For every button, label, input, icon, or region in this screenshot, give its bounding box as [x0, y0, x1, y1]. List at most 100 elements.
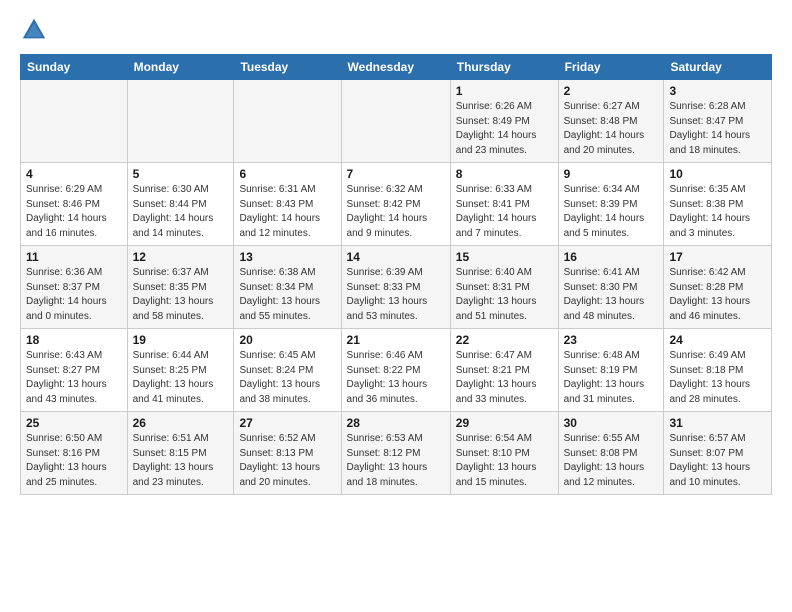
logo-icon — [20, 16, 48, 44]
day-number: 14 — [347, 250, 445, 264]
calendar-cell: 1 Sunrise: 6:26 AMSunset: 8:49 PMDaylight… — [450, 80, 558, 163]
calendar-cell: 26 Sunrise: 6:51 AMSunset: 8:15 PMDayligh… — [127, 412, 234, 495]
day-info: Sunrise: 6:47 AMSunset: 8:21 PMDaylight:… — [456, 349, 553, 407]
day-info: Sunrise: 6:46 AMSunset: 8:22 PMDaylight:… — [347, 349, 445, 407]
day-info: Sunrise: 6:31 AMSunset: 8:43 PMDaylight:… — [239, 183, 335, 241]
logo — [20, 16, 52, 44]
day-number: 11 — [26, 250, 122, 264]
day-info: Sunrise: 6:26 AMSunset: 8:49 PMDaylight:… — [456, 100, 553, 158]
day-info: Sunrise: 6:45 AMSunset: 8:24 PMDaylight:… — [239, 349, 335, 407]
day-info: Sunrise: 6:52 AMSunset: 8:13 PMDaylight:… — [239, 432, 335, 490]
day-info: Sunrise: 6:37 AMSunset: 8:35 PMDaylight:… — [133, 266, 229, 324]
day-number: 13 — [239, 250, 335, 264]
day-number: 1 — [456, 84, 553, 98]
day-number: 4 — [26, 167, 122, 181]
calendar-cell: 16 Sunrise: 6:41 AMSunset: 8:30 PMDayligh… — [558, 246, 664, 329]
day-number: 28 — [347, 416, 445, 430]
page: SundayMondayTuesdayWednesdayThursdayFrid… — [0, 0, 792, 505]
header-day-monday: Monday — [127, 55, 234, 80]
day-info: Sunrise: 6:38 AMSunset: 8:34 PMDaylight:… — [239, 266, 335, 324]
calendar-cell: 10 Sunrise: 6:35 AMSunset: 8:38 PMDayligh… — [664, 163, 772, 246]
calendar-cell — [21, 80, 128, 163]
day-info: Sunrise: 6:28 AMSunset: 8:47 PMDaylight:… — [669, 100, 766, 158]
header-day-wednesday: Wednesday — [341, 55, 450, 80]
calendar-cell: 18 Sunrise: 6:43 AMSunset: 8:27 PMDayligh… — [21, 329, 128, 412]
day-info: Sunrise: 6:35 AMSunset: 8:38 PMDaylight:… — [669, 183, 766, 241]
day-number: 31 — [669, 416, 766, 430]
calendar-cell: 27 Sunrise: 6:52 AMSunset: 8:13 PMDayligh… — [234, 412, 341, 495]
day-number: 19 — [133, 333, 229, 347]
week-row-1: 1 Sunrise: 6:26 AMSunset: 8:49 PMDaylight… — [21, 80, 772, 163]
day-info: Sunrise: 6:29 AMSunset: 8:46 PMDaylight:… — [26, 183, 122, 241]
header-day-saturday: Saturday — [664, 55, 772, 80]
calendar-cell: 24 Sunrise: 6:49 AMSunset: 8:18 PMDayligh… — [664, 329, 772, 412]
day-info: Sunrise: 6:27 AMSunset: 8:48 PMDaylight:… — [564, 100, 659, 158]
day-number: 12 — [133, 250, 229, 264]
week-row-5: 25 Sunrise: 6:50 AMSunset: 8:16 PMDayligh… — [21, 412, 772, 495]
calendar-cell: 25 Sunrise: 6:50 AMSunset: 8:16 PMDayligh… — [21, 412, 128, 495]
calendar-cell: 19Sunrise: 6:44 AMSunset: 8:25 PMDayligh… — [127, 329, 234, 412]
day-info: Sunrise: 6:41 AMSunset: 8:30 PMDaylight:… — [564, 266, 659, 324]
week-row-4: 18 Sunrise: 6:43 AMSunset: 8:27 PMDayligh… — [21, 329, 772, 412]
calendar-cell: 4 Sunrise: 6:29 AMSunset: 8:46 PMDaylight… — [21, 163, 128, 246]
day-info: Sunrise: 6:32 AMSunset: 8:42 PMDaylight:… — [347, 183, 445, 241]
day-number: 25 — [26, 416, 122, 430]
calendar-cell: 9 Sunrise: 6:34 AMSunset: 8:39 PMDaylight… — [558, 163, 664, 246]
day-info: Sunrise: 6:30 AMSunset: 8:44 PMDaylight:… — [133, 183, 229, 241]
calendar-cell: 22 Sunrise: 6:47 AMSunset: 8:21 PMDayligh… — [450, 329, 558, 412]
day-info: Sunrise: 6:39 AMSunset: 8:33 PMDaylight:… — [347, 266, 445, 324]
header-row: SundayMondayTuesdayWednesdayThursdayFrid… — [21, 55, 772, 80]
calendar-cell: 2 Sunrise: 6:27 AMSunset: 8:48 PMDaylight… — [558, 80, 664, 163]
calendar-cell — [234, 80, 341, 163]
calendar-cell: 7 Sunrise: 6:32 AMSunset: 8:42 PMDaylight… — [341, 163, 450, 246]
calendar-cell: 6 Sunrise: 6:31 AMSunset: 8:43 PMDaylight… — [234, 163, 341, 246]
day-number: 26 — [133, 416, 229, 430]
calendar-cell: 31 Sunrise: 6:57 AMSunset: 8:07 PMDayligh… — [664, 412, 772, 495]
day-number: 17 — [669, 250, 766, 264]
calendar-cell: 21 Sunrise: 6:46 AMSunset: 8:22 PMDayligh… — [341, 329, 450, 412]
day-info: Sunrise: 6:48 AMSunset: 8:19 PMDaylight:… — [564, 349, 659, 407]
day-number: 16 — [564, 250, 659, 264]
day-info: Sunrise: 6:43 AMSunset: 8:27 PMDaylight:… — [26, 349, 122, 407]
day-info: Sunrise: 6:57 AMSunset: 8:07 PMDaylight:… — [669, 432, 766, 490]
day-number: 24 — [669, 333, 766, 347]
day-info: Sunrise: 6:53 AMSunset: 8:12 PMDaylight:… — [347, 432, 445, 490]
calendar-cell: 20Sunrise: 6:45 AMSunset: 8:24 PMDayligh… — [234, 329, 341, 412]
calendar-cell: 12 Sunrise: 6:37 AMSunset: 8:35 PMDayligh… — [127, 246, 234, 329]
day-number: 22 — [456, 333, 553, 347]
day-info: Sunrise: 6:40 AMSunset: 8:31 PMDaylight:… — [456, 266, 553, 324]
day-number: 7 — [347, 167, 445, 181]
calendar-cell: 23 Sunrise: 6:48 AMSunset: 8:19 PMDayligh… — [558, 329, 664, 412]
day-info: Sunrise: 6:49 AMSunset: 8:18 PMDaylight:… — [669, 349, 766, 407]
week-row-2: 4 Sunrise: 6:29 AMSunset: 8:46 PMDaylight… — [21, 163, 772, 246]
week-row-3: 11 Sunrise: 6:36 AMSunset: 8:37 PMDayligh… — [21, 246, 772, 329]
day-info: Sunrise: 6:50 AMSunset: 8:16 PMDaylight:… — [26, 432, 122, 490]
calendar-cell: 3 Sunrise: 6:28 AMSunset: 8:47 PMDaylight… — [664, 80, 772, 163]
calendar-cell: 14 Sunrise: 6:39 AMSunset: 8:33 PMDayligh… — [341, 246, 450, 329]
calendar-cell — [127, 80, 234, 163]
day-number: 6 — [239, 167, 335, 181]
day-info: Sunrise: 6:51 AMSunset: 8:15 PMDaylight:… — [133, 432, 229, 490]
calendar-cell: 28 Sunrise: 6:53 AMSunset: 8:12 PMDayligh… — [341, 412, 450, 495]
day-number: 9 — [564, 167, 659, 181]
day-number: 23 — [564, 333, 659, 347]
day-number: 2 — [564, 84, 659, 98]
day-info: Sunrise: 6:42 AMSunset: 8:28 PMDaylight:… — [669, 266, 766, 324]
day-info: Sunrise: 6:34 AMSunset: 8:39 PMDaylight:… — [564, 183, 659, 241]
day-number: 27 — [239, 416, 335, 430]
calendar-cell: 13 Sunrise: 6:38 AMSunset: 8:34 PMDayligh… — [234, 246, 341, 329]
day-number: 18 — [26, 333, 122, 347]
calendar-cell: 5Sunrise: 6:30 AMSunset: 8:44 PMDaylight… — [127, 163, 234, 246]
day-info: Sunrise: 6:36 AMSunset: 8:37 PMDaylight:… — [26, 266, 122, 324]
day-number: 15 — [456, 250, 553, 264]
header-day-sunday: Sunday — [21, 55, 128, 80]
day-number: 10 — [669, 167, 766, 181]
calendar-cell: 29Sunrise: 6:54 AMSunset: 8:10 PMDayligh… — [450, 412, 558, 495]
day-number: 21 — [347, 333, 445, 347]
day-number: 3 — [669, 84, 766, 98]
day-info: Sunrise: 6:55 AMSunset: 8:08 PMDaylight:… — [564, 432, 659, 490]
calendar-header: SundayMondayTuesdayWednesdayThursdayFrid… — [21, 55, 772, 80]
calendar-cell: 30Sunrise: 6:55 AMSunset: 8:08 PMDayligh… — [558, 412, 664, 495]
header — [20, 16, 772, 44]
calendar-cell: 8Sunrise: 6:33 AMSunset: 8:41 PMDaylight… — [450, 163, 558, 246]
